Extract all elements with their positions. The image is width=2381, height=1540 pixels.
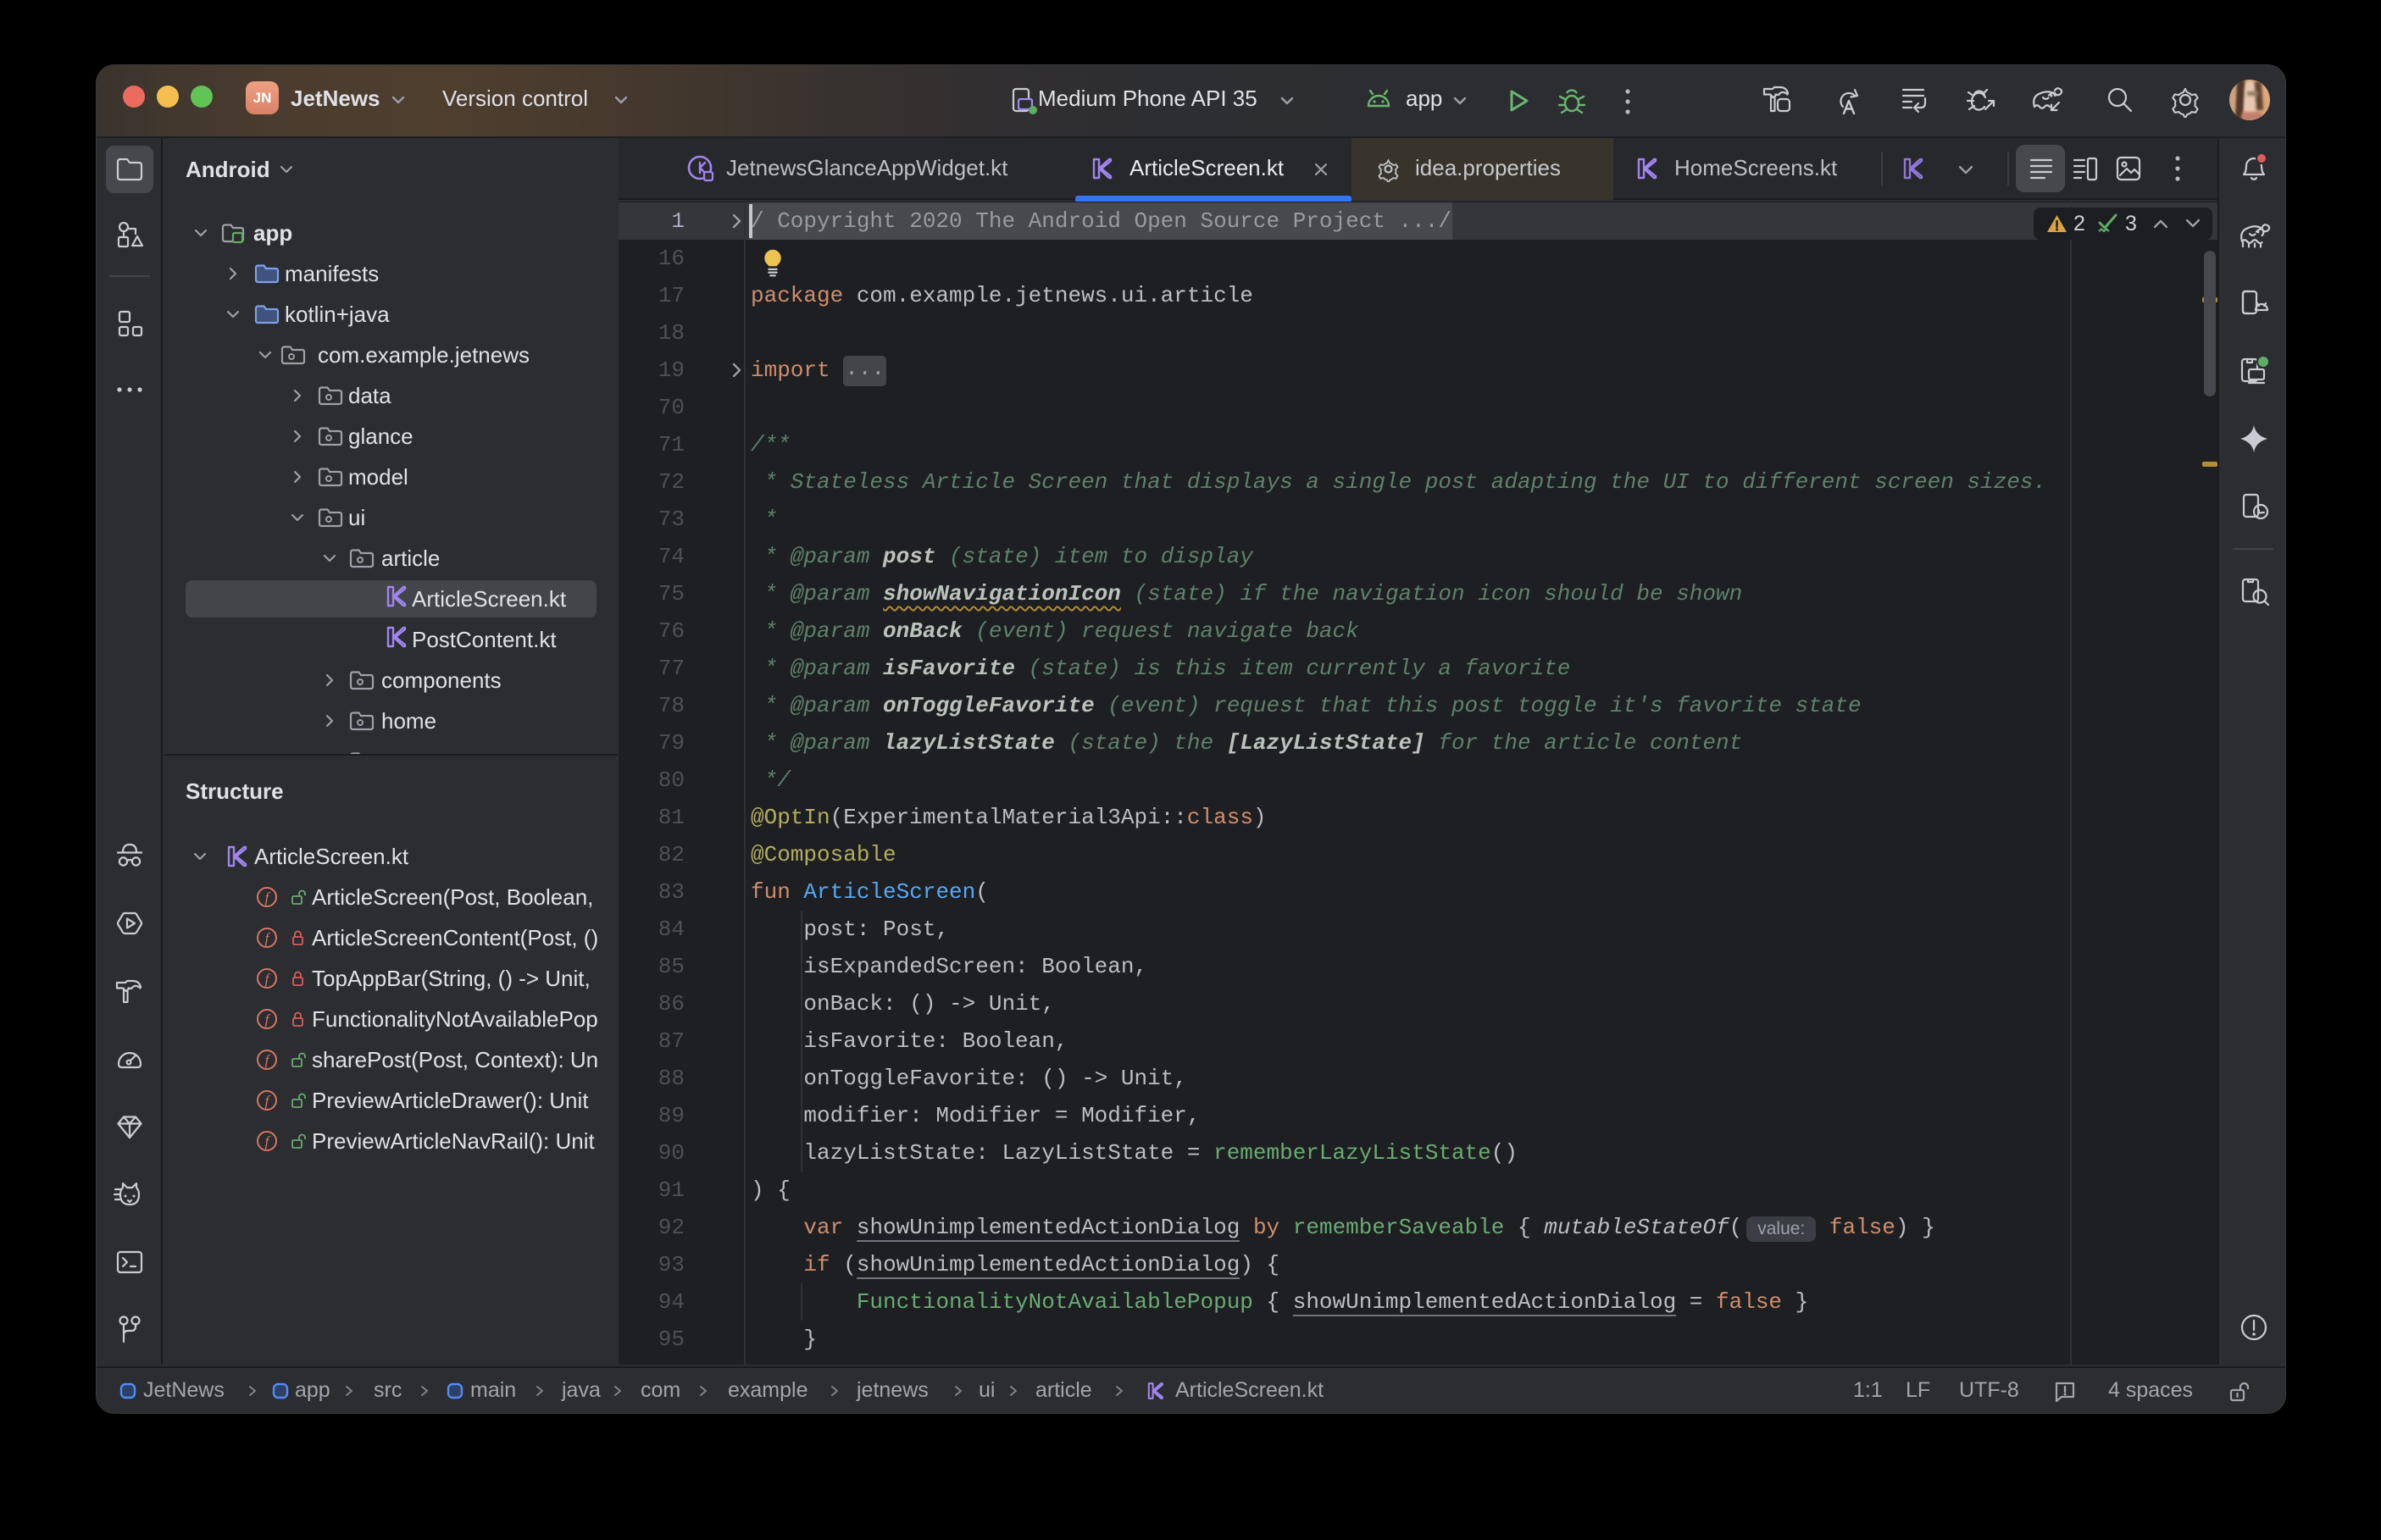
svg-text:f: f [265,1093,271,1109]
svg-text:f: f [265,1052,271,1068]
svg-text:f: f [265,1011,271,1028]
svg-text:f: f [265,889,271,906]
svg-text:f: f [265,930,271,946]
svg-text:f: f [265,1133,271,1149]
svg-text:f: f [265,971,271,987]
